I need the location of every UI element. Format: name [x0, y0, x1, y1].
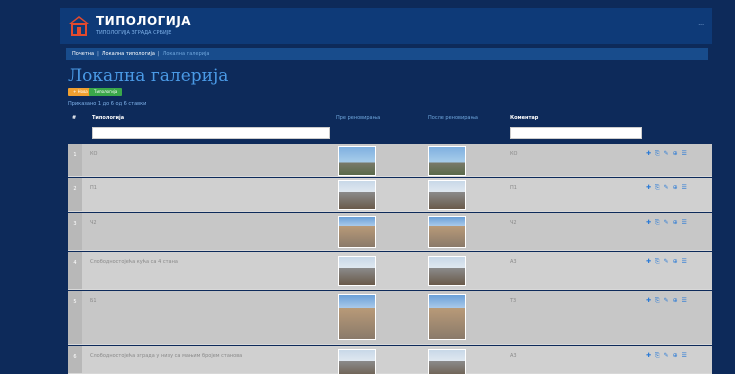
after-photo[interactable]: [428, 216, 466, 248]
row-typology: Ч2: [90, 220, 97, 226]
after-photo[interactable]: [428, 349, 466, 374]
row-typology: Слободностојећа кућа са 4 стана: [90, 259, 178, 265]
row-comment: Ч2: [510, 220, 517, 226]
row-typology: Б1: [90, 298, 97, 304]
table-row: 5 Б1 Т3 ✚ ⎘ ✎ ⊕ ☰: [68, 291, 712, 345]
row-comment: А3: [510, 259, 517, 265]
comment-filter-input[interactable]: [510, 127, 642, 139]
row-comment: Т3: [510, 298, 517, 304]
records-count: Приказано 1 до 6 од 6 ставки: [68, 101, 147, 107]
brand-subtitle: ТИПОЛОГИЈА ЗГРАДА СРБИЈЕ: [96, 30, 172, 36]
row-index: 2: [68, 178, 82, 211]
table-row: 4 Слободностојећа кућа са 4 стана А3 ✚ ⎘…: [68, 252, 712, 290]
before-photo[interactable]: [338, 180, 376, 210]
row-actions[interactable]: ✚ ⎘ ✎ ⊕ ☰: [646, 352, 688, 360]
row-index: 1: [68, 144, 82, 176]
before-photo[interactable]: [338, 349, 376, 374]
header-typology[interactable]: Типологија: [92, 115, 124, 121]
breadcrumb-separator: |: [157, 51, 160, 57]
row-index: 3: [68, 213, 82, 250]
breadcrumb: Почетна | Локална типологија | Локална галер…: [66, 48, 708, 60]
row-actions[interactable]: ✚ ⎘ ✎ ⊕ ☰: [646, 219, 688, 227]
row-typology: КО: [90, 151, 98, 157]
row-index: 6: [68, 346, 82, 373]
before-photo[interactable]: [338, 146, 376, 176]
row-comment: П1: [510, 185, 517, 191]
breadcrumb-current: Локална галерија: [162, 51, 210, 57]
header-before[interactable]: Пре реновирања: [336, 115, 380, 121]
row-index: 4: [68, 252, 82, 289]
header-after[interactable]: После реновирања: [428, 115, 478, 121]
typology-filter-input[interactable]: [92, 127, 330, 139]
row-typology: П1: [90, 185, 97, 191]
row-comment: КО: [510, 151, 518, 157]
after-photo[interactable]: [428, 146, 466, 176]
brand-title[interactable]: ТИПОЛОГИЈА: [96, 14, 191, 28]
breadcrumb-separator: |: [97, 51, 99, 57]
table-row: 2 П1 П1 ✚ ⎘ ✎ ⊕ ☰: [68, 178, 712, 212]
row-actions[interactable]: ✚ ⎘ ✎ ⊕ ☰: [646, 184, 688, 192]
top-bar: ТИПОЛОГИЈА ТИПОЛОГИЈА ЗГРАДА СРБИЈЕ ···: [60, 8, 712, 44]
table-row: 6 Слободностојећа зграда у низу са мањим…: [68, 346, 712, 374]
logo-icon[interactable]: [68, 14, 90, 36]
typology-button[interactable]: Типологија: [89, 88, 123, 96]
row-comment: А3: [510, 353, 517, 359]
before-photo[interactable]: [338, 216, 376, 248]
menu-icon[interactable]: ···: [698, 22, 704, 29]
row-actions[interactable]: ✚ ⎘ ✎ ⊕ ☰: [646, 258, 688, 266]
row-actions[interactable]: ✚ ⎘ ✎ ⊕ ☰: [646, 150, 688, 158]
before-photo[interactable]: [338, 294, 376, 340]
row-index: 5: [68, 291, 82, 344]
table-row: 1 КО КО ✚ ⎘ ✎ ⊕ ☰: [68, 144, 712, 177]
table-row: 3 Ч2 Ч2 ✚ ⎘ ✎ ⊕ ☰: [68, 213, 712, 251]
after-photo[interactable]: [428, 294, 466, 340]
header-comment[interactable]: Коментар: [510, 115, 538, 121]
breadcrumb-home[interactable]: Почетна: [72, 51, 94, 57]
row-typology: Слободностојећа зграда у низу са мањим б…: [90, 353, 243, 359]
page-title: Локална галерија: [68, 66, 229, 86]
header-index: #: [72, 115, 77, 121]
row-actions[interactable]: ✚ ⎘ ✎ ⊕ ☰: [646, 297, 688, 305]
after-photo[interactable]: [428, 256, 466, 286]
after-photo[interactable]: [428, 180, 466, 210]
breadcrumb-section[interactable]: Локална типологија: [102, 51, 155, 57]
before-photo[interactable]: [338, 256, 376, 286]
